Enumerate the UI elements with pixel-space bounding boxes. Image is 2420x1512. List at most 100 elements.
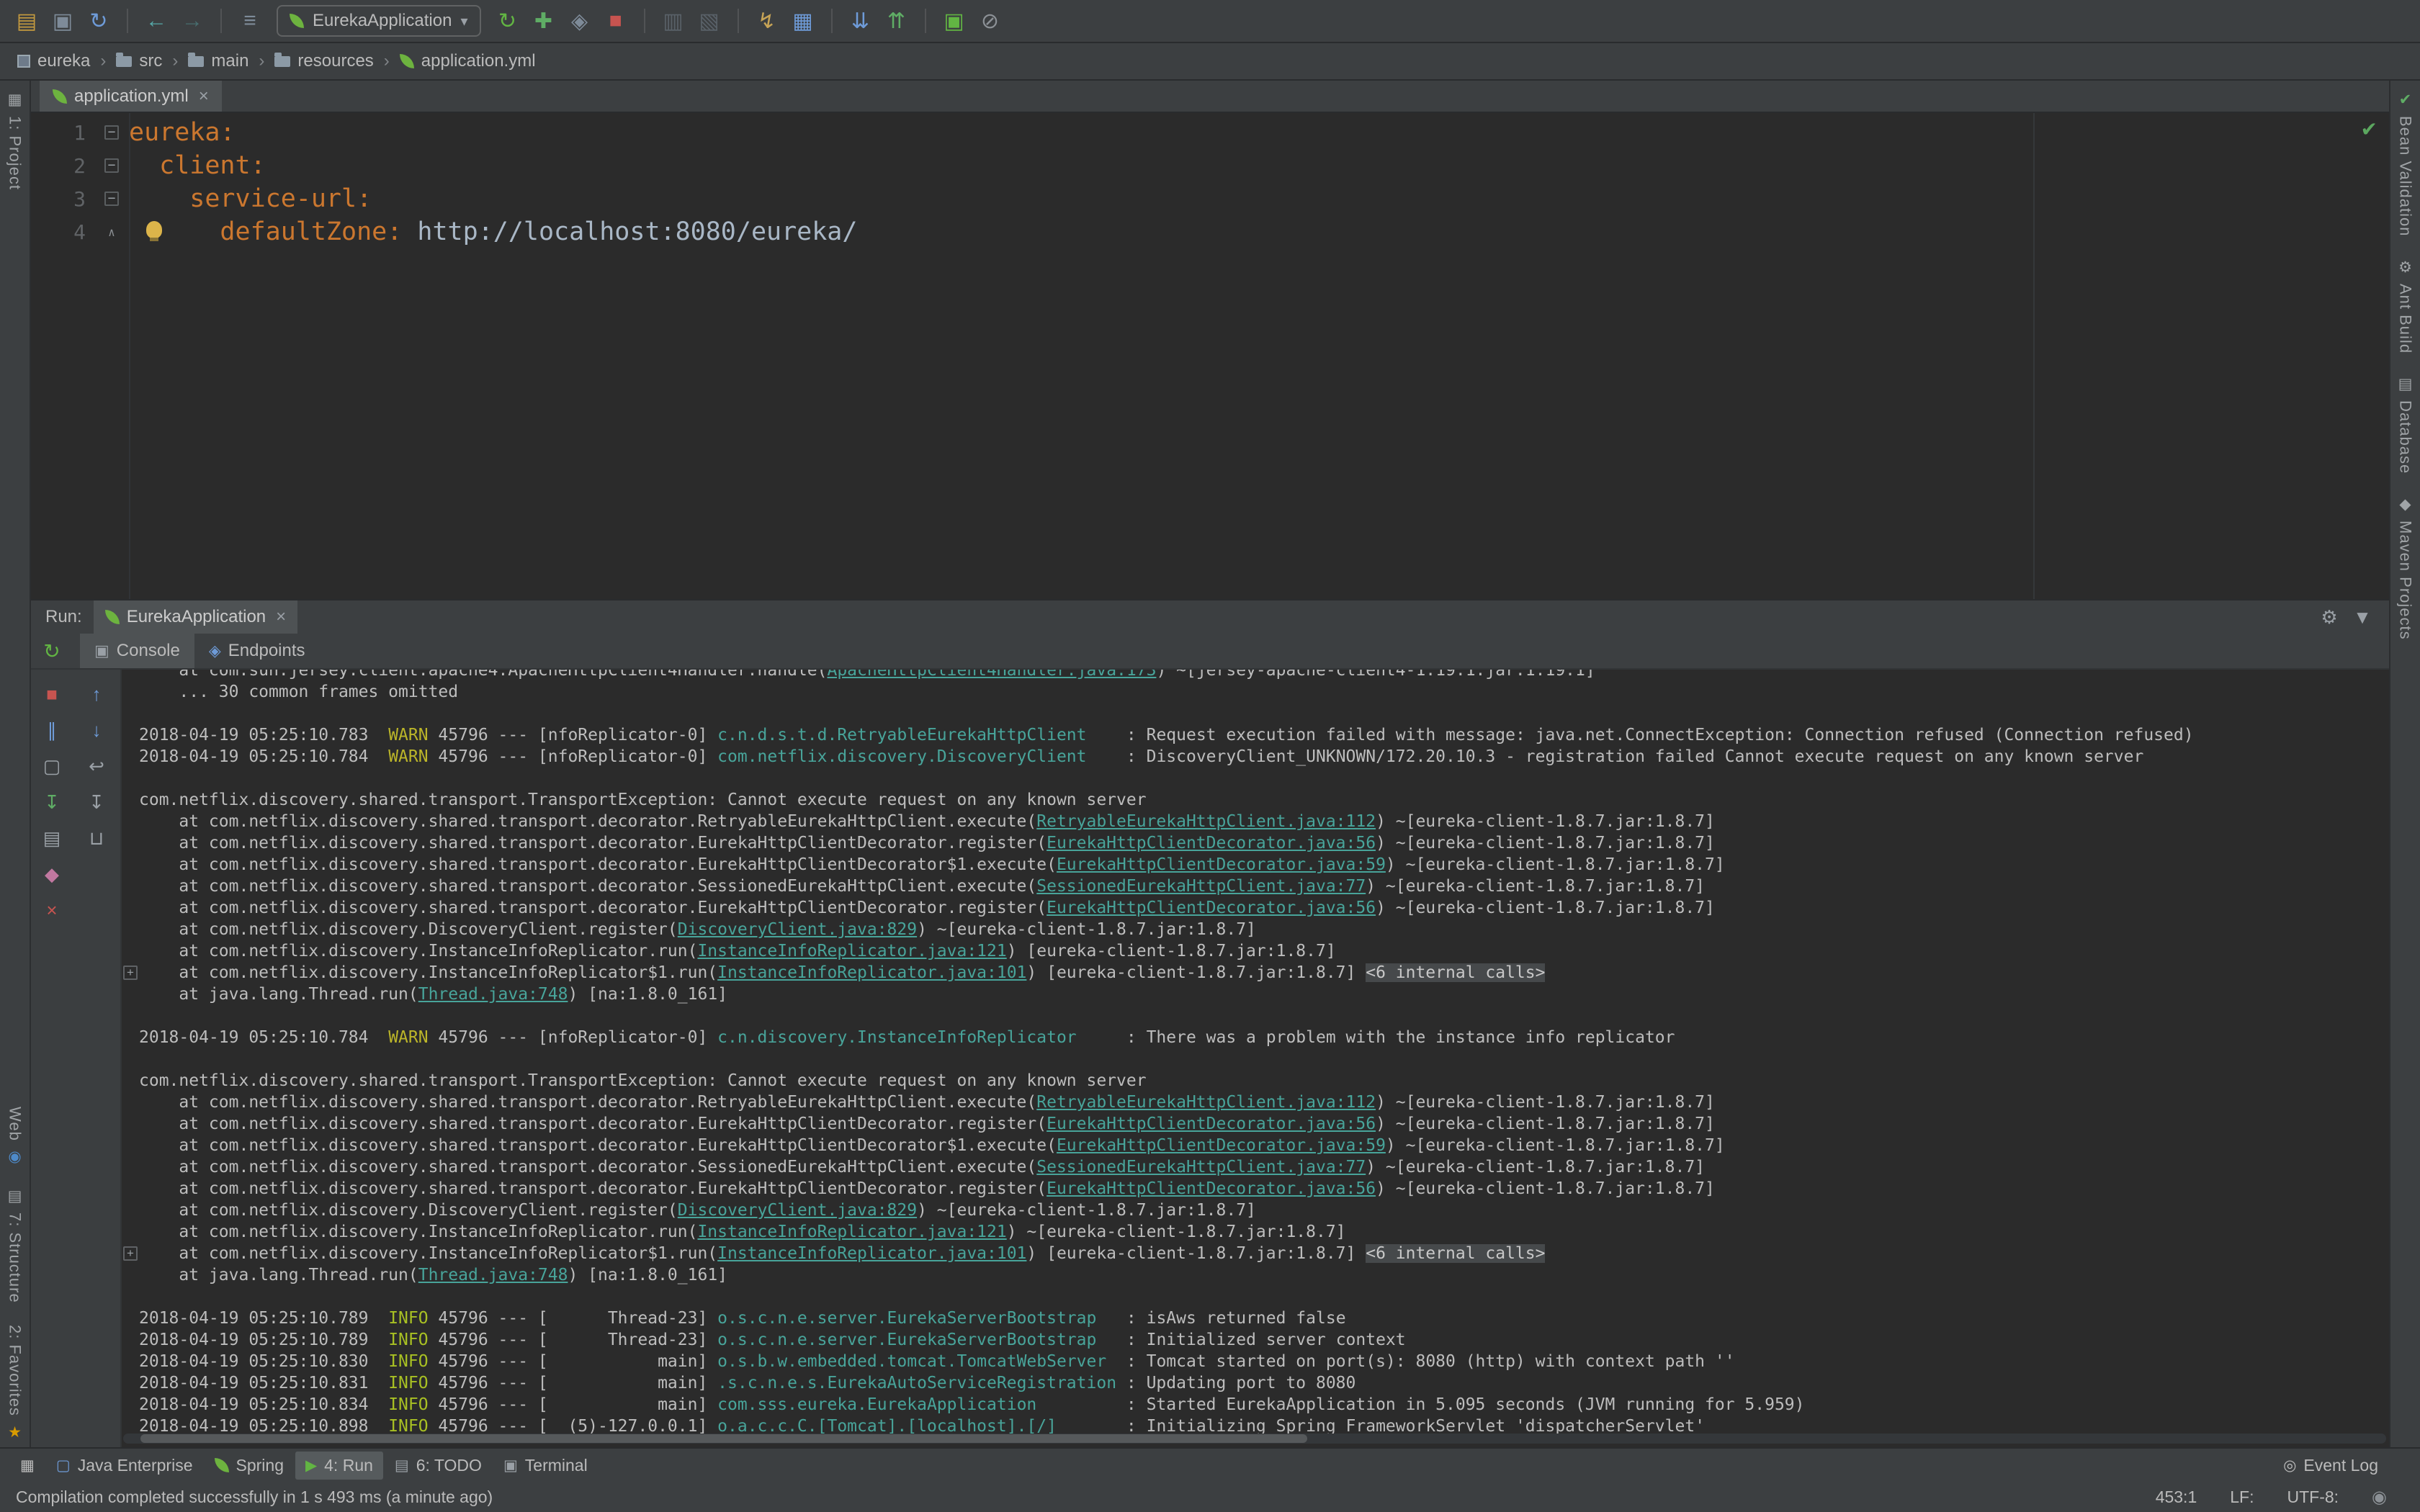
- line-ending-indicator[interactable]: LF:: [2230, 1488, 2254, 1507]
- debug-icon[interactable]: ✚: [527, 4, 560, 37]
- encoding-indicator[interactable]: UTF-8:: [2287, 1488, 2339, 1507]
- stacktrace-link[interactable]: InstanceInfoReplicator.java:121: [697, 942, 1006, 960]
- stacktrace-link[interactable]: SessionedEurekaHttpClient.java:77: [1036, 877, 1366, 896]
- fold-marker[interactable]: −: [94, 158, 129, 173]
- stacktrace-link[interactable]: EurekaHttpClientDecorator.java:56: [1047, 899, 1376, 917]
- services-icon[interactable]: ▣: [938, 4, 971, 37]
- run-panel-settings-icon[interactable]: ⚙: [2313, 606, 2346, 629]
- folded-frames-chip[interactable]: <6 internal calls>: [1366, 1244, 1545, 1263]
- console-scroll-area[interactable]: at com.sun.jersey.client.apache4.ApacheH…: [139, 670, 2389, 1447]
- wand-icon[interactable]: ↯: [750, 4, 784, 37]
- up-stack-icon[interactable]: ↑: [85, 683, 108, 706]
- left-toolwindow-stripe: ▦1: Project Web◉ ▤7: Structure 2: Favorites…: [0, 81, 31, 1447]
- tab-todo[interactable]: ▤6: TODO: [385, 1452, 492, 1480]
- close-icon[interactable]: ×: [199, 86, 209, 107]
- folded-frames-chip[interactable]: <6 internal calls>: [1366, 963, 1545, 982]
- restore-layout-icon[interactable]: ▢: [40, 755, 63, 778]
- toolwindow-bean-validation[interactable]: ✔Bean Validation: [2396, 91, 2415, 237]
- stacktrace-link[interactable]: EurekaHttpClientDecorator.java:56: [1047, 1179, 1376, 1198]
- breadcrumb-label: src: [139, 51, 162, 71]
- expand-fold-button[interactable]: +: [123, 1246, 138, 1261]
- toolwindow-toggle[interactable]: ▦: [10, 1452, 45, 1479]
- vcs-commit-icon[interactable]: ⇈: [880, 4, 913, 37]
- run-settings-icon[interactable]: ≡: [233, 4, 266, 37]
- right-toolwindow-stripe: ✔Bean Validation ⚙Ant Build ▤Database ◆Mave…: [2389, 81, 2420, 1447]
- vcs-update-icon[interactable]: ⇊: [844, 4, 877, 37]
- stacktrace-link[interactable]: SessionedEurekaHttpClient.java:77: [1036, 1158, 1366, 1176]
- package-icon[interactable]: ▧: [693, 4, 726, 37]
- open-icon[interactable]: ▤: [10, 4, 43, 37]
- stacktrace-link[interactable]: EurekaHttpClientDecorator.java:56: [1047, 834, 1376, 852]
- stacktrace-link[interactable]: Thread.java:748: [418, 985, 568, 1004]
- breadcrumb-item[interactable]: src: [112, 50, 166, 73]
- scrollbar-thumb[interactable]: [140, 1434, 1307, 1443]
- show-console-icon[interactable]: ↧: [40, 791, 63, 814]
- stop-icon[interactable]: ■: [40, 683, 63, 706]
- stacktrace-link[interactable]: InstanceInfoReplicator.java:101: [717, 963, 1026, 982]
- forward-icon[interactable]: →: [176, 4, 209, 37]
- stacktrace-link[interactable]: InstanceInfoReplicator.java:101: [717, 1244, 1026, 1263]
- fold-marker[interactable]: −: [94, 125, 129, 140]
- coverage-icon[interactable]: ◈: [563, 4, 596, 37]
- breadcrumb-item[interactable]: application.yml: [395, 50, 540, 73]
- grid-icon[interactable]: ▦: [786, 4, 820, 37]
- run-tab-eureka-application[interactable]: EurekaApplication ×: [94, 600, 297, 634]
- toolwindow-database[interactable]: ▤Database: [2396, 375, 2415, 474]
- breadcrumb-item[interactable]: eureka: [13, 50, 94, 73]
- close-icon[interactable]: ×: [276, 607, 286, 627]
- event-log-button[interactable]: ◎ Event Log: [2273, 1452, 2388, 1480]
- expand-fold-button[interactable]: +: [123, 966, 138, 980]
- stacktrace-link[interactable]: DiscoveryClient.java:829: [678, 920, 917, 939]
- tab-console[interactable]: ▣Console: [80, 634, 194, 668]
- tab-application-yml[interactable]: application.yml ×: [40, 81, 222, 112]
- run-config-dropdown[interactable]: EurekaApplication ▾: [277, 5, 481, 37]
- scroll-end-icon[interactable]: ↧: [85, 791, 108, 814]
- rerun-icon[interactable]: ↻: [31, 634, 73, 668]
- horizontal-scrollbar[interactable]: [123, 1434, 2386, 1444]
- stacktrace-link[interactable]: ApacheHttpClient4Handler.java:173: [827, 670, 1156, 680]
- power-save-icon[interactable]: ⊘: [974, 4, 1007, 37]
- back-icon[interactable]: ←: [140, 4, 173, 37]
- breadcrumb-item[interactable]: main: [184, 50, 253, 73]
- hide-panel-icon[interactable]: ▼: [2346, 606, 2379, 629]
- breadcrumb-item[interactable]: resources: [270, 50, 377, 73]
- down-stack-icon[interactable]: ↓: [85, 719, 108, 742]
- fold-marker[interactable]: ∧: [94, 225, 129, 239]
- toolwindow-project[interactable]: ▦1: Project: [6, 91, 24, 190]
- settings-wrench-icon[interactable]: ◆: [40, 863, 63, 886]
- intention-bulb-icon[interactable]: [146, 221, 162, 238]
- save-all-icon[interactable]: ▣: [46, 4, 79, 37]
- fold-marker[interactable]: −: [94, 192, 129, 206]
- stop-icon[interactable]: ■: [599, 4, 632, 37]
- tab-terminal[interactable]: ▣Terminal: [493, 1452, 598, 1480]
- stacktrace-link[interactable]: EurekaHttpClientDecorator.java:56: [1047, 1115, 1376, 1133]
- stacktrace-link[interactable]: InstanceInfoReplicator.java:121: [697, 1223, 1006, 1241]
- caret-position[interactable]: 453:1: [2156, 1488, 2197, 1507]
- soft-wraps-icon[interactable]: ↩: [85, 755, 108, 778]
- run-icon[interactable]: ↻: [491, 4, 524, 37]
- pause-output-icon[interactable]: ∥: [40, 719, 63, 742]
- stacktrace-link[interactable]: RetryableEurekaHttpClient.java:112: [1036, 812, 1376, 831]
- stacktrace-link[interactable]: EurekaHttpClientDecorator.java:59: [1057, 855, 1386, 874]
- sync-icon[interactable]: ↻: [82, 4, 115, 37]
- build-icon[interactable]: ▥: [657, 4, 690, 37]
- stacktrace-link[interactable]: Thread.java:748: [418, 1266, 568, 1284]
- tab-spring[interactable]: Spring: [205, 1452, 294, 1480]
- tab-java-enterprise[interactable]: ▢Java Enterprise: [46, 1452, 203, 1480]
- stacktrace-link[interactable]: RetryableEurekaHttpClient.java:112: [1036, 1093, 1376, 1112]
- toolwindow-ant-build[interactable]: ⚙Ant Build: [2396, 258, 2415, 354]
- tab-run[interactable]: ▶4: Run: [295, 1452, 383, 1480]
- history-icon[interactable]: ▤: [40, 827, 63, 850]
- hector-icon[interactable]: ◉: [2372, 1487, 2387, 1508]
- clear-all-icon[interactable]: ⊔: [85, 827, 108, 850]
- close-icon[interactable]: ×: [40, 899, 63, 922]
- toolwindow-web[interactable]: Web◉: [6, 1107, 24, 1166]
- toolwindow-favorites[interactable]: 2: Favorites★: [6, 1325, 24, 1441]
- editor-area[interactable]: 1−eureka:2− client:3− service-url:4∧ def…: [31, 113, 2389, 599]
- tab-endpoints[interactable]: ◈Endpoints: [194, 634, 320, 668]
- toolwindow-maven[interactable]: ◆Maven Projects: [2396, 495, 2415, 640]
- stacktrace-link[interactable]: DiscoveryClient.java:829: [678, 1201, 917, 1220]
- toolwindow-button-label: Spring: [236, 1456, 284, 1475]
- toolwindow-structure[interactable]: ▤7: Structure: [6, 1187, 24, 1303]
- stacktrace-link[interactable]: EurekaHttpClientDecorator.java:59: [1057, 1136, 1386, 1155]
